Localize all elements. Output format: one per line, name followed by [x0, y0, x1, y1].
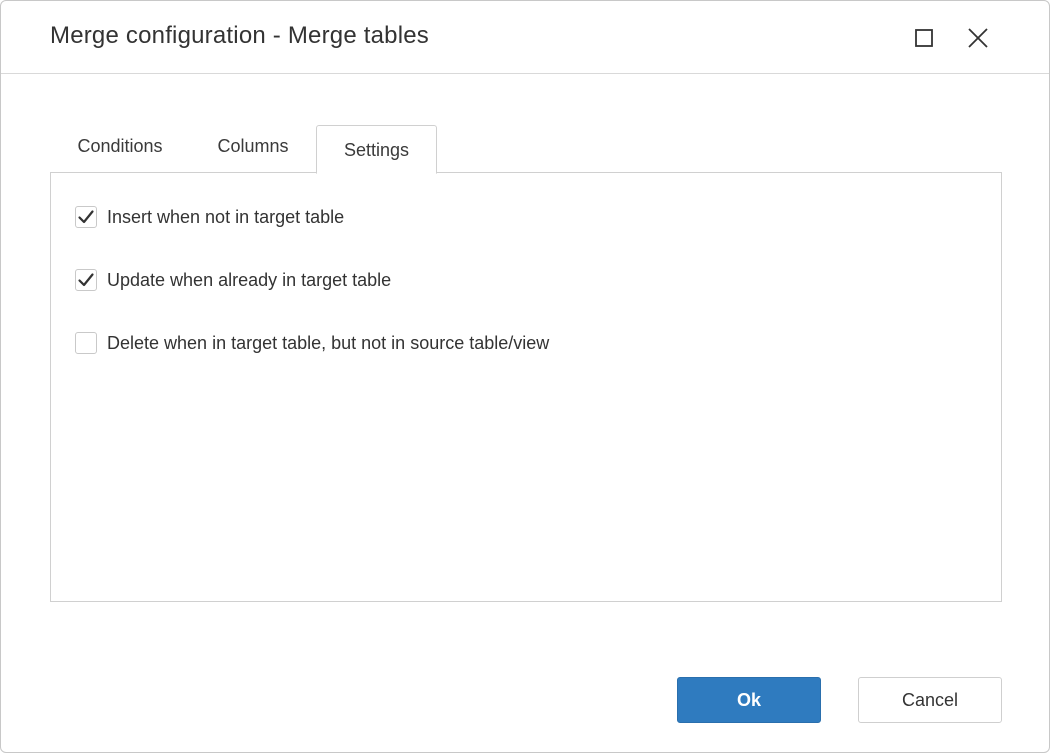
dialog-title: Merge configuration - Merge tables: [50, 22, 429, 49]
maximize-icon: [915, 29, 933, 47]
checkmark-icon: [78, 273, 94, 287]
option-delete-when-not-in-source[interactable]: Delete when in target table, but not in …: [75, 331, 549, 355]
checkmark-icon: [78, 210, 94, 224]
dialog-titlebar: Merge configuration - Merge tables: [1, 1, 1049, 74]
ok-button[interactable]: Ok: [677, 677, 821, 723]
update-option-label: Update when already in target table: [107, 269, 392, 290]
option-update-when-in-target[interactable]: Update when already in target table: [75, 268, 391, 292]
delete-option-label: Delete when in target table, but not in …: [107, 332, 550, 353]
delete-checkbox[interactable]: [75, 332, 97, 354]
close-button[interactable]: [963, 23, 993, 53]
cancel-button[interactable]: Cancel: [858, 677, 1002, 723]
settings-panel: Insert when not in target table Update w…: [50, 172, 1002, 602]
insert-checkbox[interactable]: [75, 206, 97, 228]
tab-settings[interactable]: Settings: [316, 125, 437, 174]
insert-option-label: Insert when not in target table: [107, 206, 345, 227]
tab-columns[interactable]: Columns: [200, 123, 306, 170]
maximize-button[interactable]: [909, 23, 939, 53]
option-insert-when-not-in-target[interactable]: Insert when not in target table: [75, 205, 344, 229]
update-checkbox[interactable]: [75, 269, 97, 291]
close-icon: [968, 28, 988, 48]
tab-conditions[interactable]: Conditions: [50, 123, 190, 170]
merge-configuration-dialog: Merge configuration - Merge tables Condi…: [0, 0, 1050, 753]
